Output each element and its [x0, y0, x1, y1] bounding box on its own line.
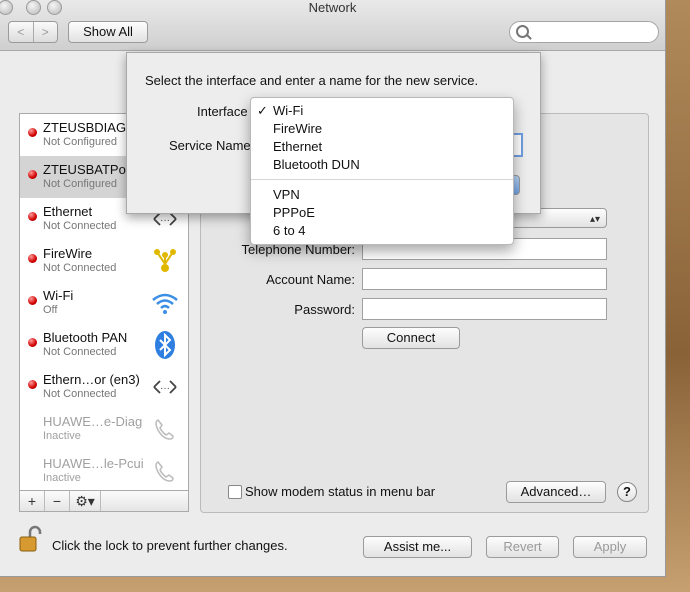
service-status: Not Configured — [43, 178, 117, 190]
service-list-toolbar: + − ⚙▾ — [19, 490, 189, 512]
service-status: Not Configured — [43, 136, 117, 148]
status-dot-icon — [28, 212, 37, 221]
firewire-icon — [154, 249, 176, 272]
svg-text:···: ··· — [160, 383, 170, 394]
remove-service-button[interactable]: − — [45, 491, 70, 511]
service-item[interactable]: Bluetooth PAN Not Connected — [20, 324, 188, 366]
lock-text: Click the lock to prevent further change… — [52, 538, 288, 553]
menu-item-firewire[interactable]: FireWire — [273, 121, 322, 136]
service-item[interactable]: HUAWE…le-Pcui Inactive — [20, 450, 188, 492]
show-modem-status-checkbox[interactable] — [228, 485, 242, 499]
service-status: Not Connected — [43, 220, 117, 232]
service-name: Ethern…or (en3) — [43, 372, 140, 387]
phone-icon — [155, 419, 174, 440]
svg-text:···: ··· — [160, 215, 170, 226]
wifi-icon — [152, 293, 178, 314]
service-status: Not Connected — [43, 262, 117, 274]
menu-item-6to4[interactable]: 6 to 4 — [273, 223, 306, 238]
service-name: Wi-Fi — [43, 288, 74, 303]
interface-menu[interactable]: ✓ Wi-Fi FireWire Ethernet Bluetooth DUN … — [250, 97, 514, 245]
menu-item-pppoe[interactable]: PPPoE — [273, 205, 315, 220]
service-status: Not Connected — [43, 388, 117, 400]
connect-button[interactable]: Connect — [362, 327, 460, 349]
ethernet-icon: ··· — [153, 380, 177, 394]
status-dot-icon — [28, 296, 37, 305]
service-name: HUAWE…le-Pcui — [43, 456, 144, 471]
status-dot-icon — [28, 380, 37, 389]
window-title: Network — [308, 0, 357, 15]
search-field[interactable] — [509, 21, 659, 43]
title-bar: Network < > Show All — [0, 0, 665, 51]
sheet-prompt: Select the interface and enter a name fo… — [145, 73, 479, 88]
menu-item-bluetooth-dun[interactable]: Bluetooth DUN — [273, 157, 360, 172]
status-dot-icon — [28, 338, 37, 347]
network-window: Network < > Show All ZTEUSBDIAGPort Not … — [0, 0, 666, 577]
show-all-button[interactable]: Show All — [68, 21, 148, 43]
search-icon — [516, 25, 529, 38]
service-item[interactable]: Ethern…or (en3) Not Connected ··· — [20, 366, 188, 408]
service-status: Inactive — [43, 472, 81, 484]
forward-button[interactable]: > — [34, 22, 58, 42]
status-dot-icon — [28, 128, 37, 137]
phone-icon — [155, 461, 174, 482]
service-status: Not Connected — [43, 346, 117, 358]
minimize-window-button[interactable] — [26, 0, 41, 15]
account-field[interactable] — [362, 268, 607, 290]
account-label: Account Name: — [266, 272, 355, 287]
password-label: Password: — [294, 302, 355, 317]
menu-item-wifi[interactable]: Wi-Fi — [273, 103, 303, 118]
service-name: HUAWE…e-Diag — [43, 414, 143, 429]
service-name: FireWire — [43, 246, 93, 261]
apply-button[interactable]: Apply — [573, 536, 647, 558]
menu-item-ethernet[interactable]: Ethernet — [273, 139, 322, 154]
zoom-window-button[interactable] — [47, 0, 62, 15]
service-name-label: Service Name — [169, 138, 251, 153]
up-down-arrows-icon: ▴▾ — [589, 214, 600, 225]
back-forward-control[interactable]: < > — [8, 21, 58, 43]
service-item[interactable]: HUAWE…e-Diag Inactive — [20, 408, 188, 450]
show-modem-status-label: Show modem status in menu bar — [245, 484, 436, 499]
service-status: Off — [43, 304, 58, 316]
lock-icon[interactable] — [18, 525, 44, 553]
advanced-button[interactable]: Advanced… — [506, 481, 606, 503]
back-button[interactable]: < — [9, 22, 34, 42]
service-name: Bluetooth PAN — [43, 330, 128, 345]
status-dot-icon — [28, 254, 37, 263]
password-field[interactable] — [362, 298, 607, 320]
checkmark-icon: ✓ — [257, 103, 268, 118]
bluetooth-icon — [155, 331, 175, 359]
service-item[interactable]: FireWire Not Connected — [20, 240, 188, 282]
status-dot-icon — [28, 170, 37, 179]
add-service-button[interactable]: + — [20, 491, 45, 511]
menu-separator — [251, 179, 513, 180]
revert-button[interactable]: Revert — [486, 536, 559, 558]
assist-me-button[interactable]: Assist me... — [363, 536, 472, 558]
service-item[interactable]: Wi-Fi Off — [20, 282, 188, 324]
gear-menu-button[interactable]: ⚙▾ — [70, 491, 101, 511]
service-status: Inactive — [43, 430, 81, 442]
interface-label: Interface — [197, 104, 248, 119]
help-button[interactable]: ? — [617, 482, 637, 502]
menu-item-vpn[interactable]: VPN — [273, 187, 300, 202]
